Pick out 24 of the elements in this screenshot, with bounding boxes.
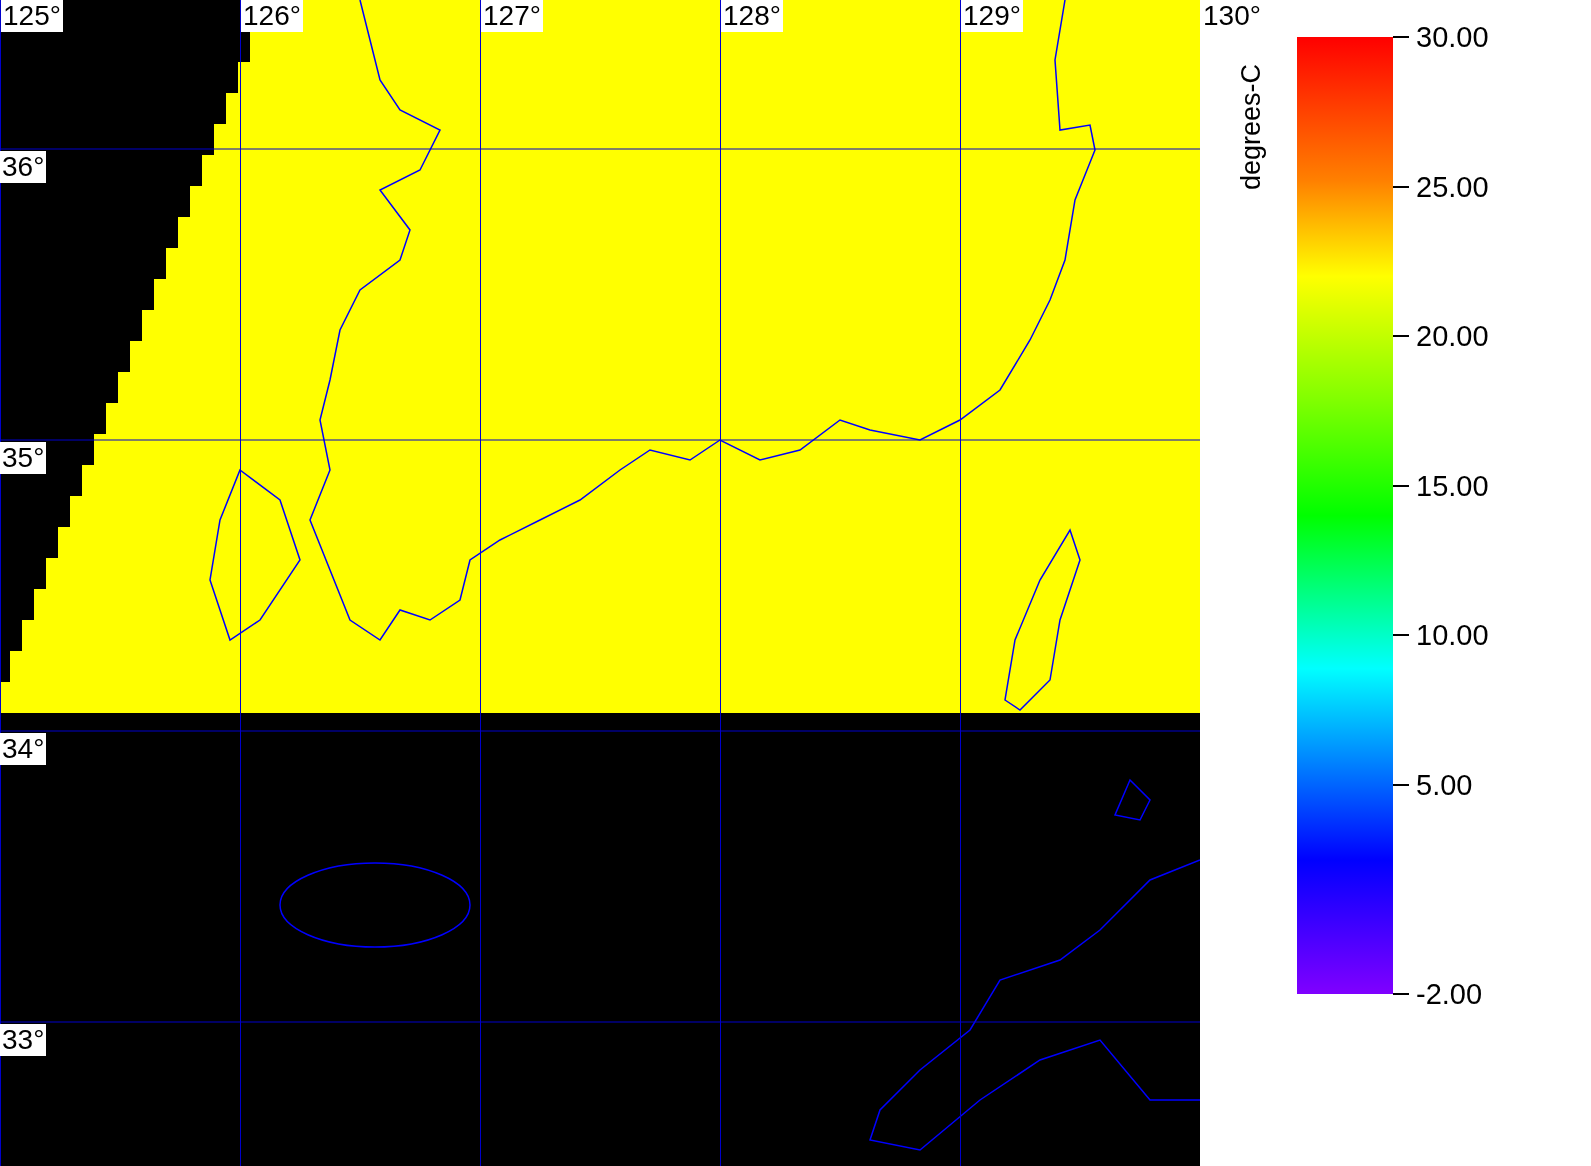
latitude-label: 34° [0,733,47,765]
longitude-label: 127° [481,0,543,32]
tick-label: 5.00 [1416,768,1473,801]
latitude-label: 35° [0,442,47,474]
longitude-label: 128° [721,0,783,32]
tick-mark [1393,484,1409,487]
tick-label: 25.00 [1416,170,1489,203]
tick-label: -2.00 [1416,978,1483,1010]
tick-label: 20.00 [1416,320,1489,353]
tick-mark [1393,634,1409,637]
tick-label: 15.00 [1416,469,1489,502]
tick-label: 30.00 [1416,21,1489,53]
latitude-label: 36° [0,151,47,183]
tick-mark [1393,783,1409,786]
colorbar-title: degrees-C [1236,63,1267,190]
tick-mark [1393,993,1409,995]
latitude-label: 33° [0,1024,47,1056]
tick-mark [1393,36,1409,38]
longitude-label: 125° [1,0,63,32]
longitude-label: 129° [961,0,1023,32]
longitude-label: 126° [241,0,303,32]
tick-mark [1393,335,1409,338]
tick-label: 10.00 [1416,619,1489,652]
tick-mark [1393,185,1409,188]
